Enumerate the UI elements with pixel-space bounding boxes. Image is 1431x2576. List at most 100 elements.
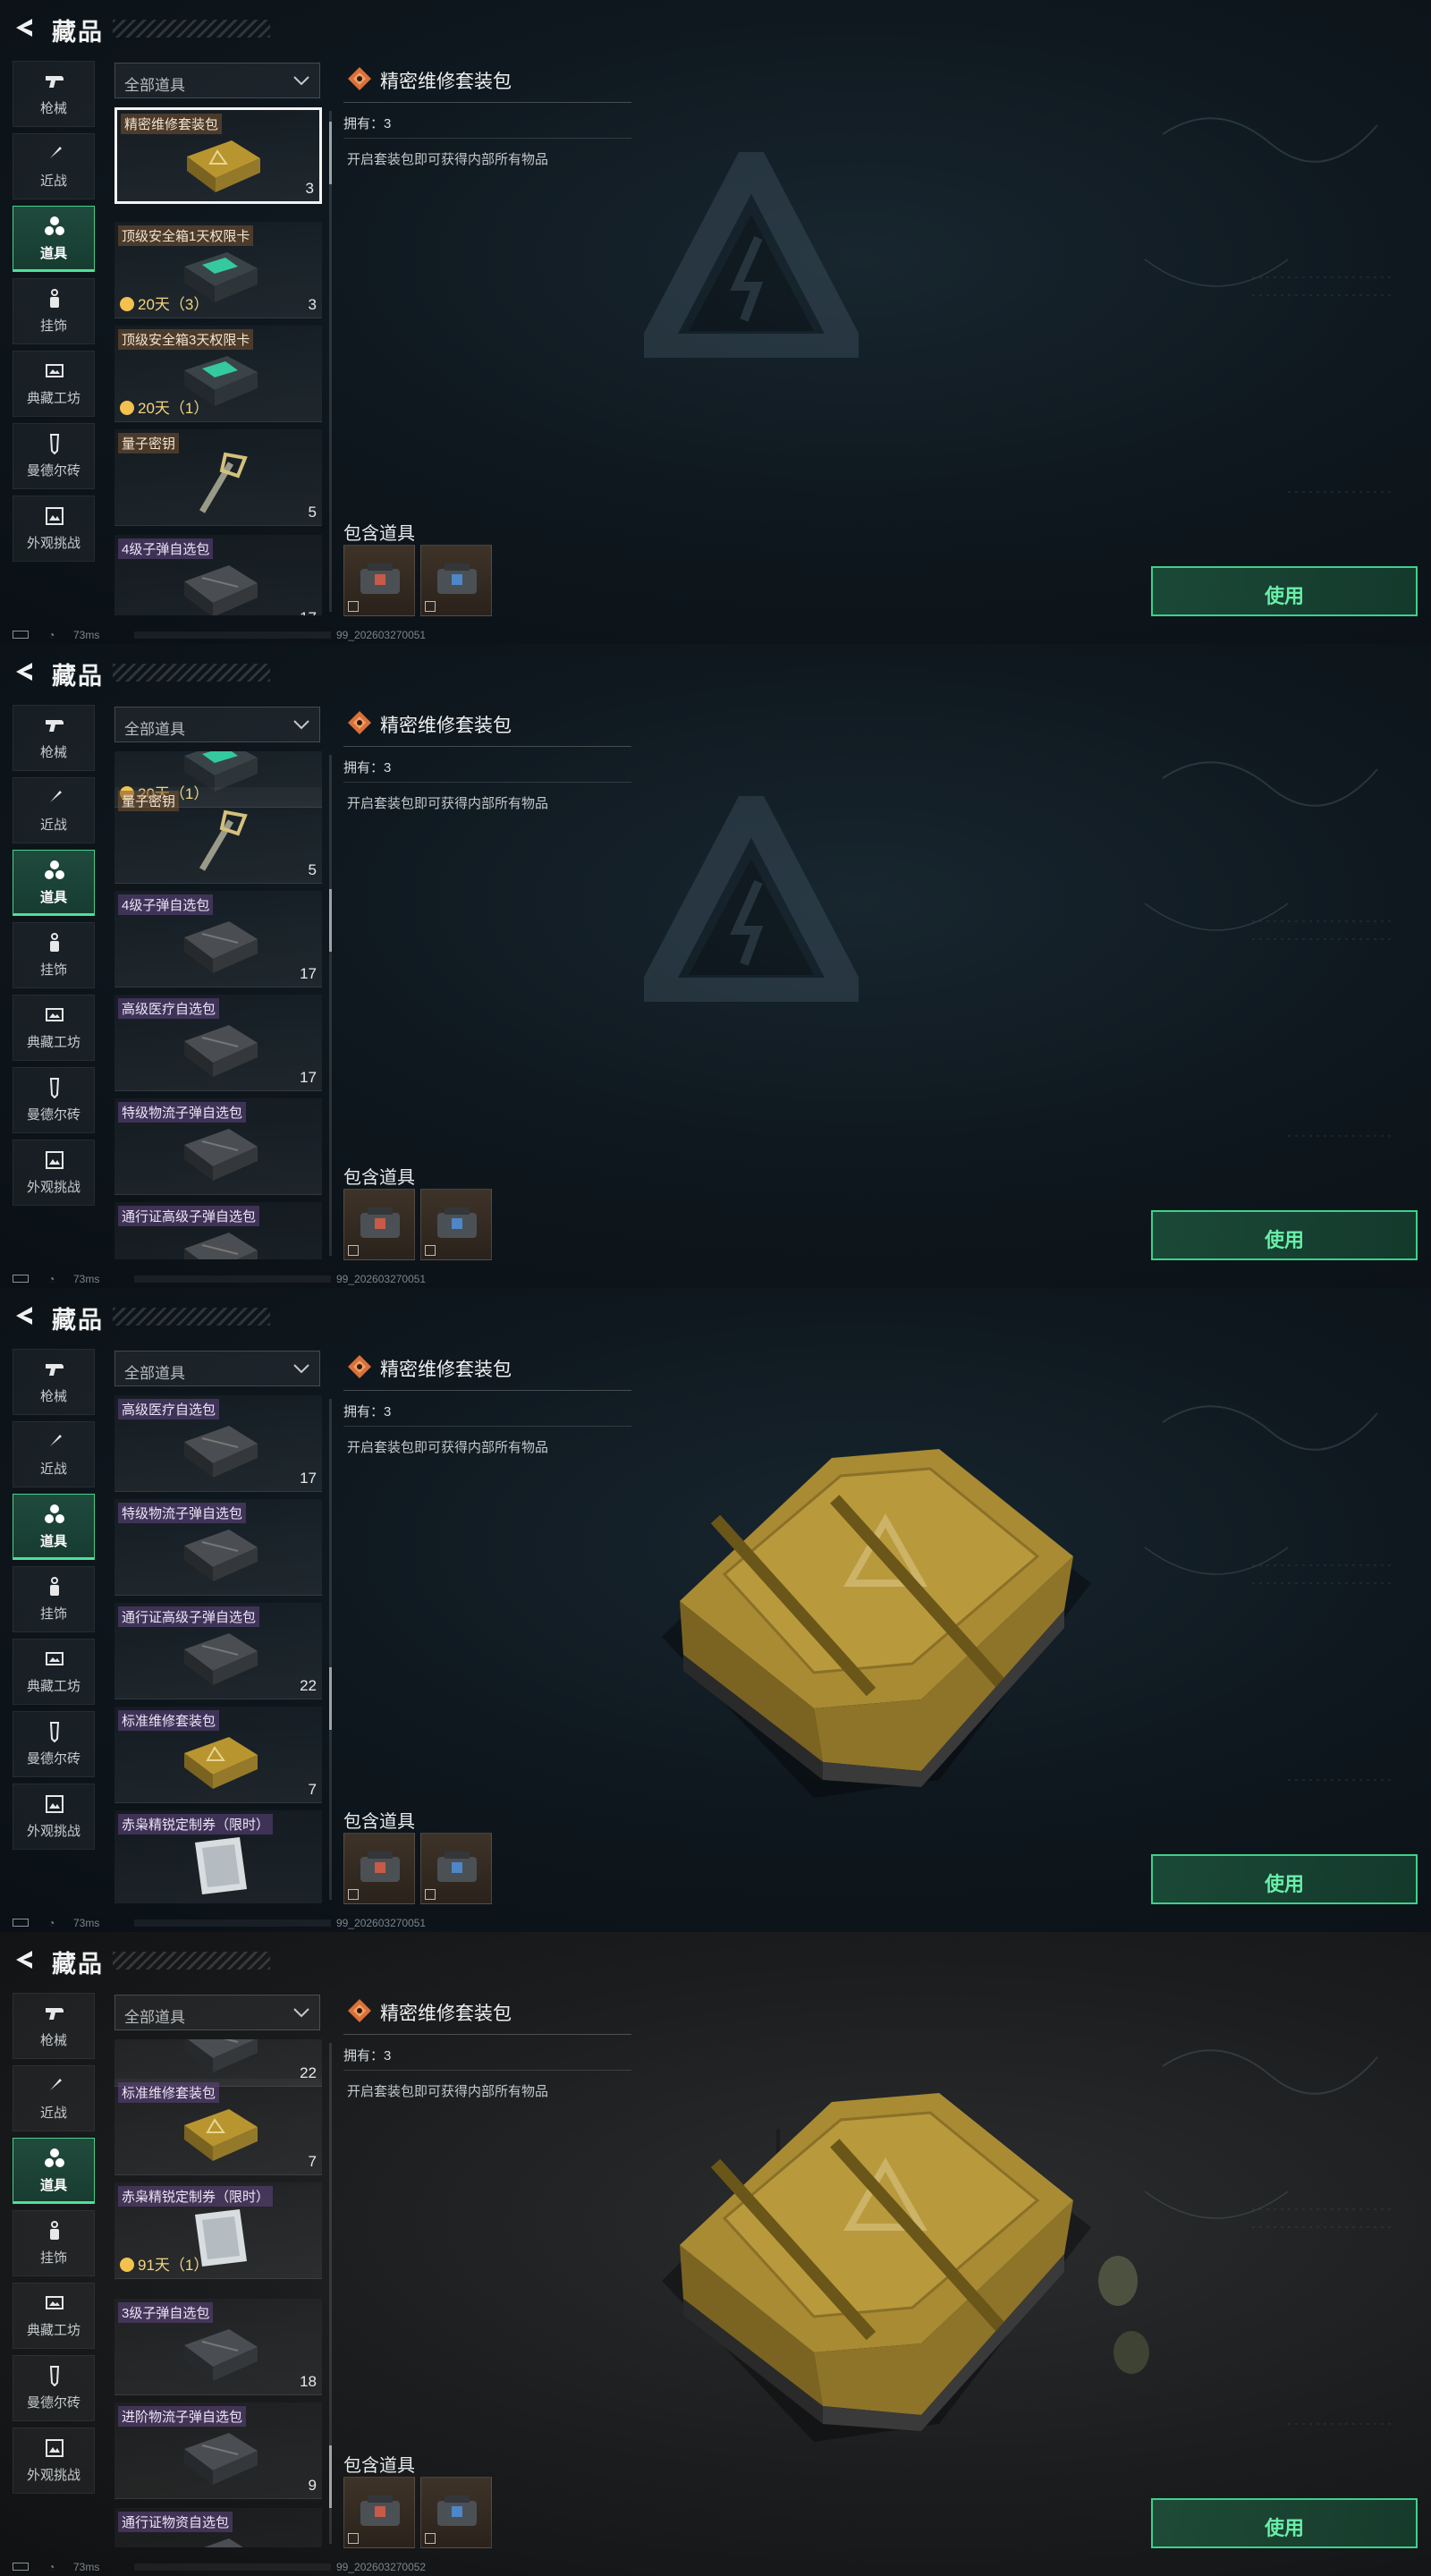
back-arrow-icon[interactable] — [13, 1948, 36, 1971]
item-card[interactable]: 4级子弹自选包 17 — [114, 535, 322, 615]
back-arrow-icon[interactable] — [13, 660, 36, 683]
nav-item-gun[interactable]: 枪械 — [13, 1349, 95, 1415]
item-card[interactable]: 量子密钥 5 — [114, 429, 322, 526]
expiry-text: 20天（1） — [138, 400, 209, 417]
scrollbar-thumb[interactable] — [329, 122, 332, 184]
items-icon — [44, 1504, 65, 1525]
item-count: 17 — [300, 1470, 317, 1487]
item-card[interactable]: 量子密钥 5 — [114, 787, 322, 884]
item-card[interactable]: 通行证高级子弹自选包 22 — [114, 1603, 322, 1699]
item-list[interactable]: 20天（1）量子密钥54级子弹自选包17高级医疗自选包17特级物流子弹自选包通行… — [114, 751, 322, 1259]
nav-item-workshop[interactable]: 典藏工坊 — [13, 2283, 95, 2349]
list-scrollbar[interactable] — [329, 2043, 332, 2544]
category-nav: 枪械 近战道具挂饰典藏工坊曼德尔砖外观挑战 — [13, 705, 95, 1212]
use-button[interactable]: 使用 — [1151, 2498, 1418, 2548]
item-name: 标准维修套装包 — [118, 1710, 220, 1731]
item-card[interactable]: 赤枭精锐定制券（限时） — [114, 1810, 322, 1903]
item-card[interactable]: 特级物流子弹自选包 — [114, 1499, 322, 1596]
item-card[interactable]: 4级子弹自选包 17 — [114, 891, 322, 987]
build-id: 99_202603270051 — [336, 1273, 427, 1285]
category-filter-dropdown[interactable]: 全部道具 — [114, 1351, 320, 1386]
item-card[interactable]: 顶级安全箱3天权限卡 20天（1） — [114, 326, 322, 422]
nav-item-label: 道具 — [39, 246, 67, 261]
divider — [343, 1426, 631, 1427]
scrollbar-thumb[interactable] — [329, 2445, 332, 2508]
nav-item-knife[interactable]: 近战 — [13, 133, 95, 199]
nav-item-knife[interactable]: 近战 — [13, 777, 95, 843]
nav-item-items[interactable]: 道具 — [13, 850, 95, 916]
nav-item-workshop[interactable]: 典藏工坊 — [13, 995, 95, 1061]
nav-item-workshop[interactable]: 典藏工坊 — [13, 351, 95, 417]
nav-item-charm[interactable]: 挂饰 — [13, 278, 95, 344]
nav-item-knife[interactable]: 近战 — [13, 2065, 95, 2131]
item-card[interactable]: 标准维修套装包 7 — [114, 2079, 322, 2175]
list-scrollbar[interactable] — [329, 1399, 332, 1900]
nav-item-charm[interactable]: 挂饰 — [13, 922, 95, 988]
nav-item-knife[interactable]: 近战 — [13, 1421, 95, 1487]
list-scrollbar[interactable] — [329, 755, 332, 1256]
nav-item-brick[interactable]: 曼德尔砖 — [13, 1067, 95, 1133]
nav-item-workshop[interactable]: 典藏工坊 — [13, 1639, 95, 1705]
nav-item-appearance[interactable]: 外观挑战 — [13, 1140, 95, 1206]
item-card[interactable]: 特级物流子弹自选包 — [114, 1098, 322, 1195]
contained-item[interactable] — [420, 2477, 492, 2548]
nav-item-appearance[interactable]: 外观挑战 — [13, 1784, 95, 1850]
item-description: 开启套装包即可获得内部所有物品 — [347, 152, 549, 167]
contained-item[interactable] — [420, 1189, 492, 1260]
item-list[interactable]: 精密维修套装包 3 顶级安全箱1天权限卡 3 20天（3） 顶级安全箱3天权限卡 20天（1… — [114, 107, 322, 615]
category-filter-dropdown[interactable]: 全部道具 — [114, 63, 320, 98]
nav-item-items[interactable]: 道具 — [13, 206, 95, 272]
nav-item-brick[interactable]: 曼德尔砖 — [13, 1711, 95, 1777]
nav-item-items[interactable]: 道具 — [13, 1494, 95, 1560]
contained-item[interactable] — [420, 545, 492, 616]
nav-item-items[interactable]: 道具 — [13, 2138, 95, 2204]
item-list[interactable]: 高级医疗自选包 17 特级物流子弹自选包 通行证高级子弹自选包 22 标准维修套装包 7 赤枭… — [114, 1395, 322, 1903]
owned-count: 拥有：3 — [343, 2048, 392, 2063]
contained-item[interactable] — [343, 2477, 415, 2548]
item-card[interactable]: 高级医疗自选包 17 — [114, 1395, 322, 1492]
contains-label: 包含道具 — [343, 2456, 415, 2476]
nav-item-brick[interactable]: 曼德尔砖 — [13, 2355, 95, 2421]
item-card[interactable]: 进阶物流子弹自选包 9 — [114, 2402, 322, 2499]
category-filter-dropdown[interactable]: 全部道具 — [114, 707, 320, 742]
contained-item[interactable] — [420, 1833, 492, 1904]
list-scrollbar[interactable] — [329, 111, 332, 612]
item-card[interactable]: 顶级安全箱1天权限卡 3 20天（3） — [114, 222, 322, 318]
nav-item-brick[interactable]: 曼德尔砖 — [13, 423, 95, 489]
item-card[interactable]: 通行证物资自选包 — [114, 2508, 322, 2547]
nav-item-gun[interactable]: 枪械 — [13, 61, 95, 127]
nav-item-label: 道具 — [39, 890, 67, 905]
nav-item-charm[interactable]: 挂饰 — [13, 1566, 95, 1632]
contained-item[interactable] — [343, 1833, 415, 1904]
nav-item-appearance[interactable]: 外观挑战 — [13, 2428, 95, 2494]
gun-icon — [44, 715, 65, 736]
use-button[interactable]: 使用 — [1151, 566, 1418, 616]
back-arrow-icon[interactable] — [13, 1304, 36, 1327]
use-button[interactable]: 使用 — [1151, 1210, 1418, 1260]
item-card[interactable]: 标准维修套装包 7 — [114, 1707, 322, 1803]
scrollbar-thumb[interactable] — [329, 889, 332, 952]
contained-item[interactable] — [343, 545, 415, 616]
item-name: 标准维修套装包 — [118, 2082, 220, 2103]
category-filter-dropdown[interactable]: 全部道具 — [114, 1995, 320, 2030]
nav-item-gun[interactable]: 枪械 — [13, 705, 95, 771]
item-card[interactable]: 赤枭精锐定制券（限时） 91天（1） — [114, 2182, 322, 2279]
item-list[interactable]: 22 标准维修套装包 7 赤枭精锐定制券（限时） 91天（1） 3级子弹自选包 18 进阶物流… — [114, 2039, 322, 2547]
item-card[interactable]: 精密维修套装包 3 — [114, 107, 322, 204]
item-card[interactable]: 高级医疗自选包 17 — [114, 995, 322, 1091]
contains-label: 包含道具 — [343, 1812, 415, 1832]
nav-item-label: 外观挑战 — [26, 1824, 80, 1839]
nav-item-label: 典藏工坊 — [26, 1035, 80, 1050]
nav-item-charm[interactable]: 挂饰 — [13, 2210, 95, 2276]
build-id: 99_202603270051 — [336, 1917, 427, 1929]
item-card[interactable]: 通行证高级子弹自选包 — [114, 1202, 322, 1259]
item-thumbnail-icon — [175, 1118, 265, 1186]
scrollbar-thumb[interactable] — [329, 1667, 332, 1730]
use-button[interactable]: 使用 — [1151, 1854, 1418, 1904]
nav-item-gun[interactable]: 枪械 — [13, 1993, 95, 2059]
contained-item[interactable] — [343, 1189, 415, 1260]
item-thumbnail-icon — [175, 1415, 265, 1483]
nav-item-appearance[interactable]: 外观挑战 — [13, 496, 95, 562]
item-card[interactable]: 3级子弹自选包 18 — [114, 2299, 322, 2395]
back-arrow-icon[interactable] — [13, 16, 36, 39]
